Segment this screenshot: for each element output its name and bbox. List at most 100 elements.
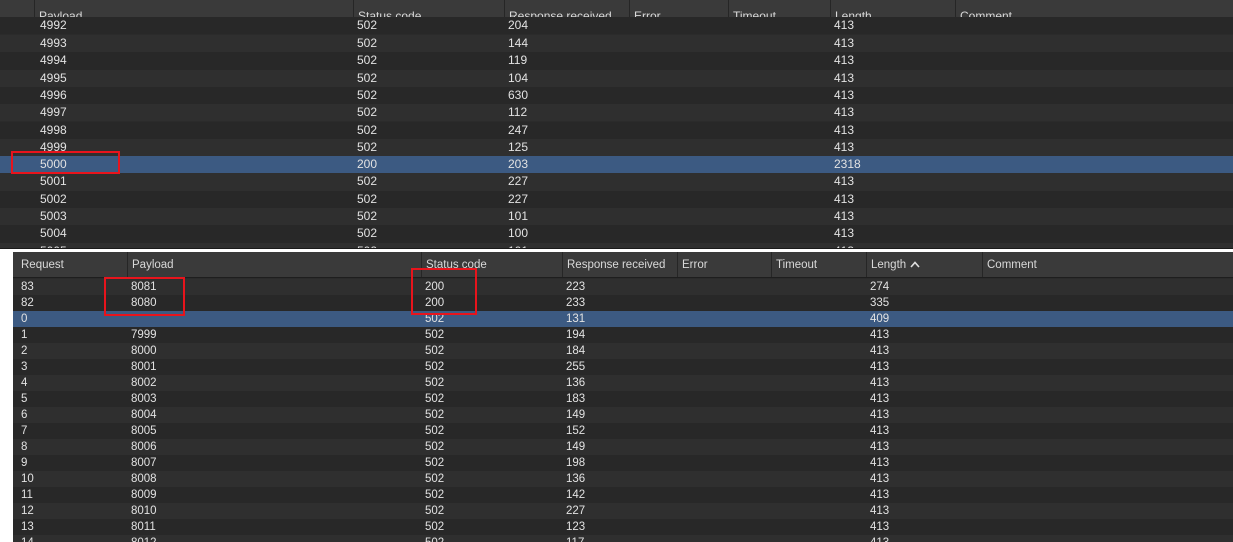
status-code-cell: 502 [425,329,445,341]
table-row[interactable]: 10 8008 502 136 413 [13,471,1233,487]
table-row[interactable]: 4998 502 247 413 [0,121,1233,139]
length-cell: 335 [870,297,890,309]
table-row[interactable]: 4995 502 104 413 [0,69,1233,87]
column-header-timeout[interactable]: Timeout [771,252,866,277]
request-cell: 10 [21,473,34,485]
request-cell: 5 [21,393,28,405]
table-row[interactable]: 9 8007 502 198 413 [13,455,1233,471]
length-cell: 274 [870,281,890,293]
status-code-cell: 502 [425,535,444,542]
status-code-cell: 502 [357,174,378,189]
table-row[interactable]: 83 8081 200 223 274 [13,279,1233,295]
table-row[interactable]: 5003 502 101 413 [0,208,1233,226]
length-cell: 413 [834,70,855,85]
request-cell: 0 [21,313,28,325]
payload-cell: 8004 [131,409,157,421]
request-cell: 1 [21,329,28,341]
table-row[interactable]: 5005 502 101 413 [0,242,1233,248]
length-cell: 413 [870,521,890,533]
payload-cell: 8003 [131,393,157,405]
table-row[interactable]: 11 8009 502 142 413 [13,487,1233,503]
table-row[interactable]: 8 8006 502 149 413 [13,439,1233,455]
status-code-cell: 502 [357,122,378,137]
table-row[interactable]: 4999 502 125 413 [0,138,1233,157]
request-cell: 11 [21,489,33,501]
response-received-cell: 117 [566,535,584,542]
payload-cell: 8010 [131,505,157,517]
bottom-results-table: Request Payload Status code Response rec… [13,252,1233,542]
response-received-cell: 136 [566,473,586,485]
payload-cell: 8009 [131,489,157,501]
payload-cell: 8005 [131,425,157,437]
column-header-length[interactable]: Length [866,252,982,277]
response-received-cell: 149 [566,409,586,421]
status-code-cell: 502 [357,191,378,206]
payload-cell: 5002 [40,191,67,206]
request-cell: 7 [21,425,28,437]
response-received-cell: 630 [508,87,529,102]
table-row[interactable]: 3 8001 502 255 413 [13,359,1233,375]
column-header-comment[interactable]: Comment [982,252,1233,277]
payload-cell: 5003 [40,209,67,223]
table-row[interactable]: 1 7999 502 194 413 [13,327,1233,343]
length-cell: 413 [834,191,855,206]
table-row[interactable]: 14 8012 502 117 413 [13,535,1233,542]
status-code-cell: 502 [425,393,445,405]
table-row[interactable]: 4997 502 112 413 [0,104,1233,122]
response-received-cell: 149 [566,441,586,453]
table-row[interactable]: 12 8010 502 227 413 [13,503,1233,519]
payload-cell: 8006 [131,441,157,453]
payload-cell: 8011 [131,521,156,533]
response-received-cell: 198 [566,457,586,469]
length-cell: 413 [834,17,855,32]
table-row[interactable]: 4 8002 502 136 413 [13,375,1233,391]
response-received-cell: 247 [508,122,529,137]
status-code-cell: 502 [425,409,445,421]
table-row[interactable]: 4993 502 144 413 [0,35,1233,53]
column-header-error[interactable]: Error [677,252,771,277]
payload-cell: 5004 [40,226,67,241]
response-received-cell: 144 [508,36,529,50]
length-cell: 413 [834,105,855,120]
column-header-status-code[interactable]: Status code [421,252,562,277]
status-code-cell: 502 [425,457,445,469]
request-cell: 6 [21,409,28,421]
column-header-response-received[interactable]: Response received [562,252,677,277]
payload-cell: 4998 [40,122,67,137]
length-cell: 413 [870,425,890,437]
table-row[interactable]: 6 8004 502 149 413 [13,407,1233,423]
payload-cell: 4999 [40,139,67,154]
response-received-cell: 131 [566,313,586,325]
response-received-cell: 112 [508,105,528,120]
table-row[interactable]: 0 502 131 409 [13,311,1233,327]
table-row[interactable]: 4994 502 119 413 [0,52,1233,70]
table-row[interactable]: 5004 502 100 413 [0,225,1233,243]
table-row[interactable]: 2 8000 502 184 413 [13,343,1233,359]
status-code-cell: 502 [357,36,378,50]
payload-cell: 4997 [40,105,67,120]
column-header-request[interactable]: Request [13,252,127,277]
length-cell: 413 [834,226,855,241]
length-cell: 413 [870,441,890,453]
column-header-payload[interactable]: Payload [127,252,421,277]
request-cell: 14 [21,535,34,542]
table-row[interactable]: 4992 502 204 413 [0,16,1233,34]
length-cell: 2318 [834,157,861,172]
length-cell: 413 [870,377,890,389]
status-code-cell: 502 [357,17,378,32]
response-received-cell: 194 [566,329,586,341]
payload-cell: 4996 [40,87,67,102]
request-cell: 9 [21,457,28,469]
table-row[interactable]: 4996 502 630 413 [0,86,1233,105]
table-row[interactable]: 5000 200 203 2318 [0,156,1233,174]
table-row[interactable]: 82 8080 200 233 335 [13,295,1233,311]
table-row[interactable]: 5001 502 227 413 [0,173,1233,191]
status-code-cell: 502 [357,243,377,248]
length-cell: 413 [870,329,890,341]
request-cell: 3 [21,361,28,373]
table-row[interactable]: 13 8011 502 123 413 [13,519,1233,535]
table-row[interactable]: 5 8003 502 183 413 [13,391,1233,407]
length-cell: 413 [870,535,889,542]
table-row[interactable]: 7 8005 502 152 413 [13,423,1233,439]
table-row[interactable]: 5002 502 227 413 [0,190,1233,208]
